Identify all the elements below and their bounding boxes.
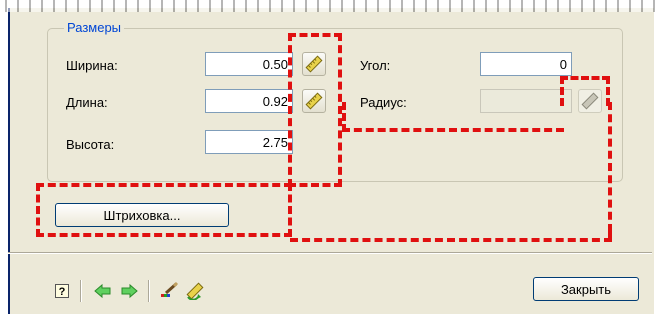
torn-edge: [0, 0, 661, 12]
help-button[interactable]: ?: [51, 280, 73, 302]
brush-icon: [161, 282, 179, 297]
toolbar-divider-2: [148, 280, 150, 302]
arrow-right-icon: [121, 283, 138, 299]
width-field[interactable]: [205, 52, 293, 76]
refresh-ruler-icon: [186, 282, 204, 300]
toolbar-divider-1: [80, 280, 82, 302]
highlight-radius-bottom: [342, 102, 564, 132]
help-icon: ?: [55, 284, 69, 298]
angle-label: Угол:: [360, 58, 391, 73]
dimensions-group-title: Размеры: [64, 20, 125, 35]
highlight-right-side: [602, 102, 612, 232]
highlight-bottom-right: [290, 228, 612, 242]
back-button[interactable]: [92, 280, 114, 302]
close-button[interactable]: Закрыть: [533, 277, 639, 301]
forward-button[interactable]: [118, 280, 140, 302]
height-field[interactable]: [205, 130, 293, 154]
brush-button[interactable]: [158, 280, 180, 302]
highlight-pick-buttons: [288, 33, 342, 187]
arrow-left-icon: [94, 283, 111, 299]
refresh-button[interactable]: [184, 280, 206, 302]
length-field[interactable]: [205, 89, 293, 113]
angle-field[interactable]: [480, 52, 572, 76]
highlight-hatch-area: [36, 183, 292, 237]
svg-text:?: ?: [59, 286, 66, 298]
toolbar-separator: [8, 252, 652, 254]
highlight-hatch-top: [36, 183, 292, 187]
height-label: Высота:: [66, 137, 115, 152]
length-label: Длина:: [66, 95, 108, 110]
width-label: Ширина:: [66, 58, 118, 73]
